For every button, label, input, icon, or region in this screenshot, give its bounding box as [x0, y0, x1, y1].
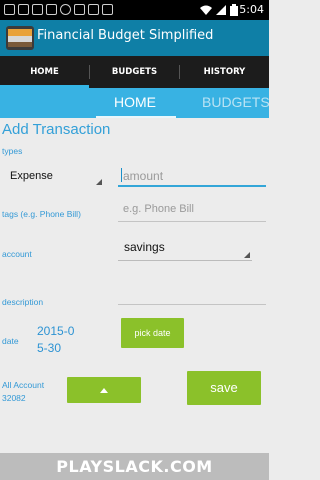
notification-icon: [4, 4, 15, 15]
date-value-line: 2015-0: [37, 324, 75, 338]
arrow-up-icon: [100, 388, 108, 393]
type-spinner-value: Expense: [10, 170, 53, 182]
account-spinner[interactable]: savings: [118, 235, 252, 261]
app-logo-icon: [6, 26, 34, 50]
account-spinner-value: savings: [124, 240, 165, 254]
pager-indicator: [96, 116, 176, 118]
notification-icon: [32, 4, 43, 15]
field-underline: [118, 260, 252, 261]
watermark-banner: PLAYSLACK.COM: [0, 453, 269, 480]
field-underline: [118, 185, 266, 187]
notification-icon: [88, 4, 99, 15]
pager-tab-budgets[interactable]: BUDGETS: [202, 94, 270, 110]
text-cursor: [121, 168, 122, 182]
watermark-text: PLAYSLACK.COM: [56, 457, 213, 476]
battery-icon: [230, 4, 238, 16]
spinner-arrow-icon: [96, 179, 102, 185]
all-account-label: All Account: [2, 380, 45, 390]
wifi-icon: [200, 5, 212, 15]
notification-icon: [18, 4, 29, 15]
description-field[interactable]: [118, 281, 266, 305]
tags-label: tags (e.g. Phone Bill): [2, 209, 81, 219]
field-underline: [118, 304, 266, 305]
date-value: 2015-0 5-30: [37, 323, 74, 357]
notification-icon: [46, 4, 57, 15]
signal-icon: [216, 5, 226, 15]
date-label: date: [2, 336, 19, 346]
expand-button[interactable]: [67, 377, 141, 403]
status-bar: 5:04: [0, 0, 269, 20]
all-account-value: 32082: [2, 393, 26, 403]
tab-history[interactable]: HISTORY: [180, 56, 269, 88]
chat-icon: [60, 4, 71, 15]
description-label: description: [2, 297, 44, 307]
date-value-line: 5-30: [37, 341, 62, 355]
pick-date-button[interactable]: pick date: [121, 318, 184, 348]
notification-icon: [102, 4, 113, 15]
app-title: Financial Budget Simplified: [37, 28, 214, 43]
amount-placeholder: amount: [123, 169, 164, 183]
notification-icon: [74, 4, 85, 15]
main-tabs: HOME BUDGETS HISTORY: [0, 56, 269, 88]
spinner-arrow-icon: [244, 252, 250, 258]
tags-field[interactable]: e.g. Phone Bill: [118, 196, 266, 222]
type-spinner[interactable]: Expense: [2, 164, 104, 188]
tab-home[interactable]: HOME: [0, 56, 89, 88]
page-title: Add Transaction: [2, 121, 111, 138]
types-label: types: [2, 146, 23, 156]
save-button[interactable]: save: [187, 371, 261, 405]
clock: 5:04: [239, 3, 264, 16]
field-underline: [118, 221, 266, 222]
tags-placeholder: e.g. Phone Bill: [123, 203, 194, 215]
all-account-summary: All Account 32082: [2, 379, 44, 405]
tab-budgets[interactable]: BUDGETS: [90, 56, 179, 88]
amount-field[interactable]: amount: [118, 163, 266, 187]
pager-tab-home[interactable]: HOME: [114, 94, 156, 110]
pager-tab-strip: HOME BUDGETS: [0, 88, 270, 118]
account-label: account: [2, 249, 32, 259]
